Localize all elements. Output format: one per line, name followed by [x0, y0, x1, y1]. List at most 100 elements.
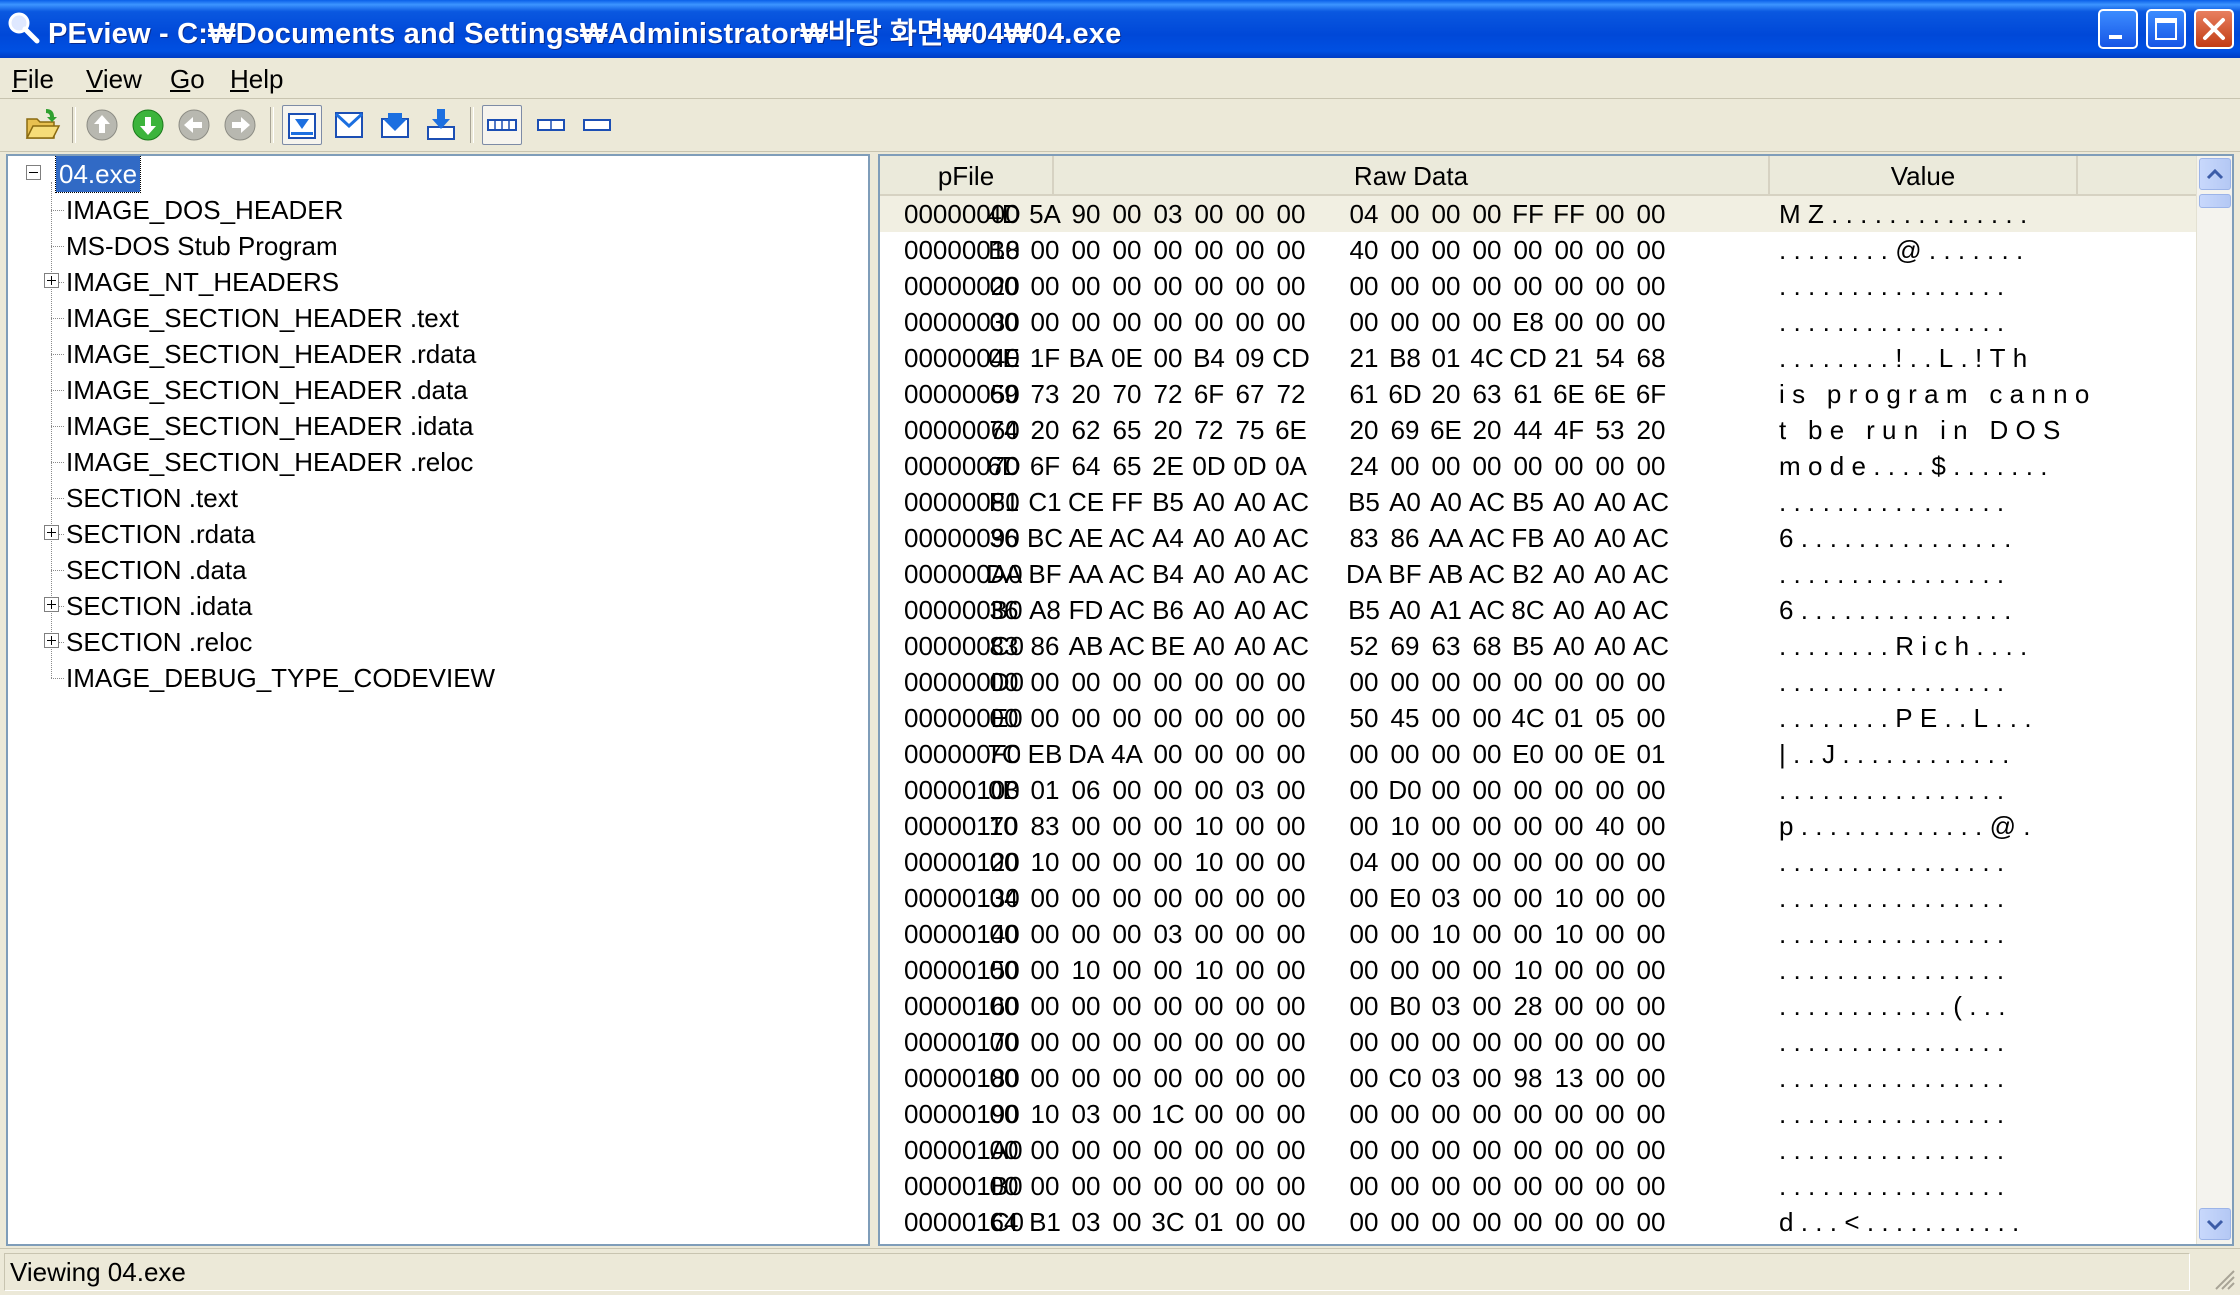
tree-item[interactable]: SECTION .reloc	[8, 624, 868, 660]
tree-item[interactable]: IMAGE_NT_HEADERS	[8, 264, 868, 300]
table-row[interactable]: 000001A0 00 00 00 00 00 00 00 00 00 00 00 00 00 00 00 00…	[880, 1132, 2198, 1168]
go-up-button[interactable]	[82, 105, 122, 145]
go-back-button[interactable]	[174, 105, 214, 145]
table-row[interactable]: 00000080 F1 C1 CE FF B5 A0 A0 AC B5 A0 A0 AC B5 A0 A0 AC…	[880, 484, 2198, 520]
menu-help[interactable]: Help	[230, 64, 283, 95]
table-row[interactable]: 00000180 00 00 00 00 00 00 00 00 00 C0 03 00 98 13 00 00…	[880, 1060, 2198, 1096]
table-row[interactable]: 00000100 0B 01 06 00 00 00 03 00 00 D0 00 00 00 00 00 00…	[880, 772, 2198, 808]
hex-list-view[interactable]: pFile Raw Data Value 00 00 00 00 4D 5A 90 00 03 0…	[878, 154, 2234, 1246]
table-row[interactable]: 000001C0 64 B1 03 00 3C 01 00 00 00 00 00 00 00 00 00 00…	[880, 1204, 2198, 1240]
raw-byte-cell: 73	[1030, 379, 1060, 409]
scroll-thumb[interactable]	[2199, 194, 2231, 208]
tree-item[interactable]: MS-DOS Stub Program	[8, 228, 868, 264]
value-cell: 6...............	[1779, 595, 2019, 625]
minimize-button[interactable]	[2098, 9, 2138, 49]
go-down-button[interactable]	[128, 105, 168, 145]
menu-file[interactable]: File	[12, 64, 54, 95]
tree-item[interactable]: IMAGE_SECTION_HEADER .data	[8, 372, 868, 408]
table-row[interactable]: 000000B0 36 A8 FD AC B6 A0 A0 AC B5 A0 A1 AC 8C A0 A0 AC…	[880, 592, 2198, 628]
table-row[interactable]: 00000050 69 73 20 70 72 6F 67 72 61 6D 20 63 61 6E 6E 6F…	[880, 376, 2198, 412]
open-file-button[interactable]	[22, 105, 62, 145]
table-row[interactable]: 000000A0 DA BF AA AC B4 A0 A0 AC DA BF AB AC B2 A0 A0 AC…	[880, 556, 2198, 592]
close-button[interactable]	[2194, 9, 2234, 49]
expand-icon[interactable]	[44, 525, 59, 540]
table-row[interactable]: 00000170 00 00 00 00 00 00 00 00 00 00 00 00 00 00 00 00…	[880, 1024, 2198, 1060]
table-row[interactable]: 00000190 00 10 03 00 1C 00 00 00 00 00 00 00 00 00 00 00…	[880, 1096, 2198, 1132]
table-row[interactable]: 00000090 36 BC AE AC A4 A0 A0 AC 83 86 AA AC FB A0 A0 AC…	[880, 520, 2198, 556]
raw-byte-cell: 00	[1071, 1171, 1101, 1201]
tree-item-label: IMAGE_SECTION_HEADER .text	[66, 303, 459, 333]
table-row[interactable]: 00000060 74 20 62 65 20 72 75 6E 20 69 6E 20 44 4F 53 20…	[880, 412, 2198, 448]
table-row[interactable]: 000000E0 00 00 00 00 00 00 00 00 50 45 00 00 4C 01 05 00…	[880, 700, 2198, 736]
go-forward-button[interactable]	[220, 105, 260, 145]
row-narrow-button[interactable]	[578, 105, 618, 145]
tree-item[interactable]: SECTION .idata	[8, 588, 868, 624]
column-header-value[interactable]: Value	[1770, 156, 2078, 194]
expand-icon[interactable]	[44, 273, 59, 288]
raw-byte-cell: 00	[1071, 991, 1101, 1021]
table-row[interactable]: 00000040 0E 1F BA 0E 00 B4 09 CD 21 B8 01 4C CD 21 54 68…	[880, 340, 2198, 376]
table-row[interactable]: 00000150 00 00 10 00 00 10 00 00 00 00 00 00 10 00 00 00…	[880, 952, 2198, 988]
raw-byte-cell: B5	[1348, 487, 1380, 517]
table-row[interactable]: 00000140 00 00 00 00 03 00 00 00 00 00 10 00 00 10 00 00…	[880, 916, 2198, 952]
view-dword-button[interactable]	[376, 105, 416, 145]
pane-splitter[interactable]	[870, 154, 878, 1246]
tree-item[interactable]: IMAGE_DOS_HEADER	[8, 192, 868, 228]
menu-go[interactable]: Go	[170, 64, 205, 95]
scroll-down-button[interactable]	[2199, 1208, 2231, 1240]
tree-item[interactable]: IMAGE_SECTION_HEADER .idata	[8, 408, 868, 444]
expand-icon[interactable]	[44, 597, 59, 612]
row-wide-button[interactable]	[482, 105, 522, 145]
scroll-up-button[interactable]	[2199, 158, 2231, 190]
value-cell: 6...............	[1779, 523, 2019, 553]
maximize-button[interactable]	[2146, 9, 2186, 49]
raw-byte-cell: 10	[1431, 919, 1461, 949]
table-row[interactable]: 000000F0 7C EB DA 4A 00 00 00 00 00 00 00 00 E0 00 0E 01…	[880, 736, 2198, 772]
value-cell: ................	[1779, 1063, 2012, 1093]
column-header-pfile[interactable]: pFile	[880, 156, 1054, 194]
raw-byte-cell: 00	[1349, 811, 1379, 841]
table-row[interactable]: 00000030 00 00 00 00 00 00 00 00 00 00 00 00 E8 00 00 00…	[880, 304, 2198, 340]
resize-grip-icon[interactable]	[2210, 1265, 2236, 1291]
table-row[interactable]: 000000D0 00 00 00 00 00 00 00 00 00 00 00 00 00 00 00 00…	[880, 664, 2198, 700]
tree-item[interactable]: SECTION .rdata	[8, 516, 868, 552]
table-row[interactable]: 00000020 00 00 00 00 00 00 00 00 00 00 00 00 00 00 00 00…	[880, 268, 2198, 304]
raw-byte-cell: 00	[1235, 955, 1265, 985]
title-bar[interactable]: PEview - C:₩Documents and Settings₩Admin…	[0, 0, 2240, 58]
tree-item[interactable]: IMAGE_SECTION_HEADER .reloc	[8, 444, 868, 480]
raw-byte-cell: 4F	[1553, 415, 1585, 445]
raw-byte-cell: 10	[1194, 955, 1224, 985]
table-row[interactable]: 00000120 00 10 00 00 00 10 00 00 04 00 00 00 00 00 00 00…	[880, 844, 2198, 880]
view-qword-button[interactable]	[422, 105, 462, 145]
value-cell: ................	[1779, 271, 2012, 301]
table-row[interactable]: 00000130 04 00 00 00 00 00 00 00 00 E0 03 00 00 10 00 00…	[880, 880, 2198, 916]
column-header-raw-data[interactable]: Raw Data	[1054, 156, 1770, 194]
tree-item[interactable]: IMAGE_DEBUG_TYPE_CODEVIEW	[8, 660, 868, 696]
menu-view[interactable]: View	[86, 64, 142, 95]
table-row[interactable]: 000001B0 00 00 00 00 00 00 00 00 00 00 00 00 00 00 00 00…	[880, 1168, 2198, 1204]
view-word-button[interactable]	[330, 105, 370, 145]
tree-item[interactable]: SECTION .text	[8, 480, 868, 516]
table-row[interactable]: 00000010 B8 00 00 00 00 00 00 00 40 00 00 00 00 00 00 00…	[880, 232, 2198, 268]
table-row[interactable]: 00000070 6D 6F 64 65 2E 0D 0D 0A 24 00 00 00 00 00 00 00…	[880, 448, 2198, 484]
table-row[interactable]: 00000000 4D 5A 90 00 03 00 00 00 04 00 00 00 FF FF 00 00…	[880, 196, 2198, 232]
tree-item[interactable]: IMAGE_SECTION_HEADER .rdata	[8, 336, 868, 372]
tree-root[interactable]: 04.exe	[8, 156, 868, 193]
view-byte-button[interactable]	[282, 105, 322, 145]
table-row[interactable]: 00000110 70 83 00 00 00 10 00 00 00 10 00 00 00 00 40 00…	[880, 808, 2198, 844]
raw-byte-cell: 00	[1390, 1099, 1420, 1129]
raw-byte-cell: 00	[1030, 955, 1060, 985]
view-qword-icon	[427, 109, 455, 140]
row-medium-button[interactable]	[532, 105, 572, 145]
tree-item[interactable]: IMAGE_SECTION_HEADER .text	[8, 300, 868, 336]
tree-item[interactable]: SECTION .data	[8, 552, 868, 588]
raw-byte-cell: 69	[989, 379, 1019, 409]
collapse-icon[interactable]	[26, 165, 41, 180]
raw-byte-cell: 00	[1431, 775, 1461, 805]
expand-icon[interactable]	[44, 633, 59, 648]
tree-view[interactable]: 04.exe IMAGE_DOS_HEADER MS-DOS Stub Progr…	[6, 154, 870, 1246]
table-row[interactable]: 00000160 00 00 00 00 00 00 00 00 00 B0 03 00 28 00 00 00…	[880, 988, 2198, 1024]
table-row[interactable]: 000000C0 83 86 AB AC BE A0 A0 AC 52 69 63 68 B5 A0 A0 AC…	[880, 628, 2198, 664]
vertical-scrollbar[interactable]	[2196, 156, 2232, 1244]
raw-byte-cell: 65	[1112, 451, 1142, 481]
